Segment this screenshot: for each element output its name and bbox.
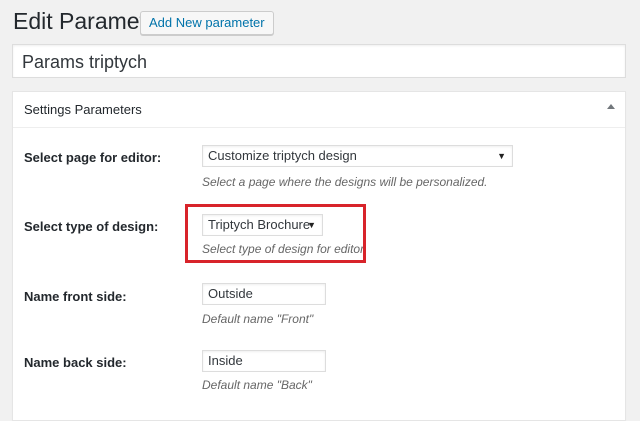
- back-side-input[interactable]: Inside: [202, 350, 326, 372]
- page-select-description: Select a page where the designs will be …: [202, 175, 488, 189]
- dropdown-arrow-icon: ▼: [497, 151, 506, 161]
- settings-box-header[interactable]: Settings Parameters: [13, 92, 625, 128]
- collapse-arrow-icon[interactable]: [607, 104, 615, 109]
- select-page-label: Select page for editor:: [24, 150, 162, 165]
- highlight-box: [185, 204, 366, 263]
- front-side-description: Default name "Front": [202, 312, 314, 326]
- page-select-value: Customize triptych design: [208, 148, 357, 163]
- select-design-type-label: Select type of design:: [24, 219, 159, 234]
- add-new-parameter-button[interactable]: Add New parameter: [140, 11, 274, 35]
- back-side-description: Default name "Back": [202, 378, 312, 392]
- title-input[interactable]: Params triptych: [12, 44, 626, 78]
- page-select[interactable]: Customize triptych design ▼: [202, 145, 513, 167]
- back-side-label: Name back side:: [24, 355, 127, 370]
- front-side-label: Name front side:: [24, 289, 127, 304]
- settings-box-title: Settings Parameters: [24, 102, 142, 117]
- front-side-input[interactable]: Outside: [202, 283, 326, 305]
